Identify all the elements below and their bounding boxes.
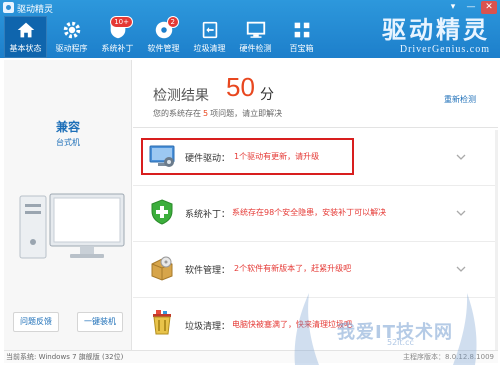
nav-item-cleanup[interactable]: 垃圾清理 [188, 16, 231, 58]
nav-label: 百宝箱 [289, 44, 314, 53]
home-icon [17, 22, 34, 38]
nav-label: 软件管理 [147, 44, 180, 53]
os-label: 当前系统: [6, 353, 37, 361]
main-nav: 基本状态 驱动程序 10+ 系统补丁 2 软件管理 垃圾清理 硬件检测 百宝箱 [4, 16, 326, 58]
software-badge: 2 [166, 16, 179, 28]
nav-item-basic-status[interactable]: 基本状态 [4, 16, 47, 58]
top-bar: 驱动精灵 ▾ — ✕ 基本状态 驱动程序 10+ 系统补丁 2 软件管理 垃圾清… [0, 0, 500, 58]
item-system-patch[interactable]: 系统补丁： 系统存在98个安全隐患，安装补丁可以解决 [133, 186, 498, 242]
scrollbar[interactable] [495, 130, 498, 350]
menu-dropdown-button[interactable]: ▾ [445, 1, 461, 14]
os-value: Windows 7 旗舰版 (32位) [38, 353, 124, 361]
version-value: 8.0.12.8.1009 [445, 353, 494, 361]
brand-url: DriverGenius.com [399, 44, 490, 55]
desc-suffix: 项问题，请立即解决 [210, 109, 283, 118]
result-description: 您的系统存在 5 项问题，请立即解决 [153, 108, 282, 119]
minimize-button[interactable]: — [463, 1, 479, 14]
left-panel: 兼容 台式机 问题反馈 一键装机 [4, 60, 132, 350]
close-button[interactable]: ✕ [481, 1, 497, 14]
score-value: 50 [226, 72, 255, 102]
app-logo-icon [3, 2, 14, 13]
brand-logo: 驱动精灵 DriverGenius.com [340, 16, 490, 56]
item-name: 系统补丁： [185, 210, 231, 220]
window-controls: ▾ — ✕ [445, 1, 497, 14]
item-name: 软件管理： [185, 266, 231, 276]
problem-count: 5 [203, 109, 209, 118]
status-bar: 当前系统: Windows 7 旗舰版 (32位) 主程序版本：8.0.12.8… [4, 350, 498, 363]
result-header: 检测结果 50 分 您的系统存在 5 项问题，请立即解决 重新检测 [133, 60, 498, 128]
feedback-button[interactable]: 问题反馈 [13, 312, 59, 332]
trash-icon [202, 21, 217, 39]
monitor-icon [246, 21, 265, 38]
score-unit: 分 [260, 87, 274, 103]
nav-item-patch[interactable]: 10+ 系统补丁 [96, 16, 139, 58]
version-info: 主程序版本：8.0.12.8.1009 [403, 352, 494, 362]
nav-label: 驱动程序 [55, 44, 88, 53]
nav-label: 系统补丁 [101, 44, 134, 53]
window-title: 驱动精灵 [17, 5, 54, 15]
nav-label: 硬件检测 [239, 44, 272, 53]
nav-label: 垃圾清理 [193, 44, 226, 53]
software-box-icon [151, 256, 173, 281]
version-label: 主程序版本： [403, 353, 446, 361]
nav-item-hardware[interactable]: 硬件检测 [234, 16, 277, 58]
chevron-down-icon[interactable] [456, 264, 466, 274]
brand-name: 驱动精灵 [382, 15, 490, 44]
chevron-down-icon[interactable] [456, 208, 466, 218]
title-bar: 驱动精灵 ▾ — ✕ [0, 0, 500, 16]
item-desc: 系统存在98个安全隐患，安装补丁可以解决 [232, 208, 387, 217]
item-software[interactable]: 软件管理： 2个软件有新版本了，赶紧升级吧 [133, 242, 498, 298]
item-desc: 电脑快被塞满了，快来清理垃圾吧 [232, 320, 352, 329]
recheck-link[interactable]: 重新检测 [444, 94, 476, 105]
trash-bin-icon [153, 310, 171, 335]
toolbox-icon [294, 22, 309, 38]
highlight-box [141, 138, 354, 175]
gear-icon [63, 21, 80, 39]
item-name: 垃圾清理： [185, 322, 231, 332]
result-label: 检测结果 [153, 88, 209, 104]
left-actions: 问题反馈 一键装机 [4, 312, 132, 332]
desktop-computer-icon [19, 193, 125, 259]
device-type: 台式机 [56, 138, 80, 147]
nav-item-software[interactable]: 2 软件管理 [142, 16, 185, 58]
one-click-install-button[interactable]: 一键装机 [77, 312, 123, 332]
main-panel: 检测结果 50 分 您的系统存在 5 项问题，请立即解决 重新检测 硬件驱动： 1个… [133, 60, 498, 350]
patch-badge: 10+ [110, 16, 133, 28]
desc-prefix: 您的系统存在 [153, 109, 201, 118]
compat-title: 兼容 [55, 120, 80, 134]
os-info: 当前系统: Windows 7 旗舰版 (32位) [6, 352, 123, 362]
chevron-down-icon[interactable] [456, 152, 466, 162]
nav-label: 基本状态 [9, 44, 42, 53]
item-trash-cleanup[interactable]: 垃圾清理： 电脑快被塞满了，快来清理垃圾吧 [133, 298, 498, 354]
nav-item-toolbox[interactable]: 百宝箱 [280, 16, 323, 58]
item-desc: 2个软件有新版本了，赶紧升级吧 [234, 264, 352, 273]
shield-check-icon [151, 199, 173, 225]
nav-item-driver[interactable]: 驱动程序 [50, 16, 93, 58]
